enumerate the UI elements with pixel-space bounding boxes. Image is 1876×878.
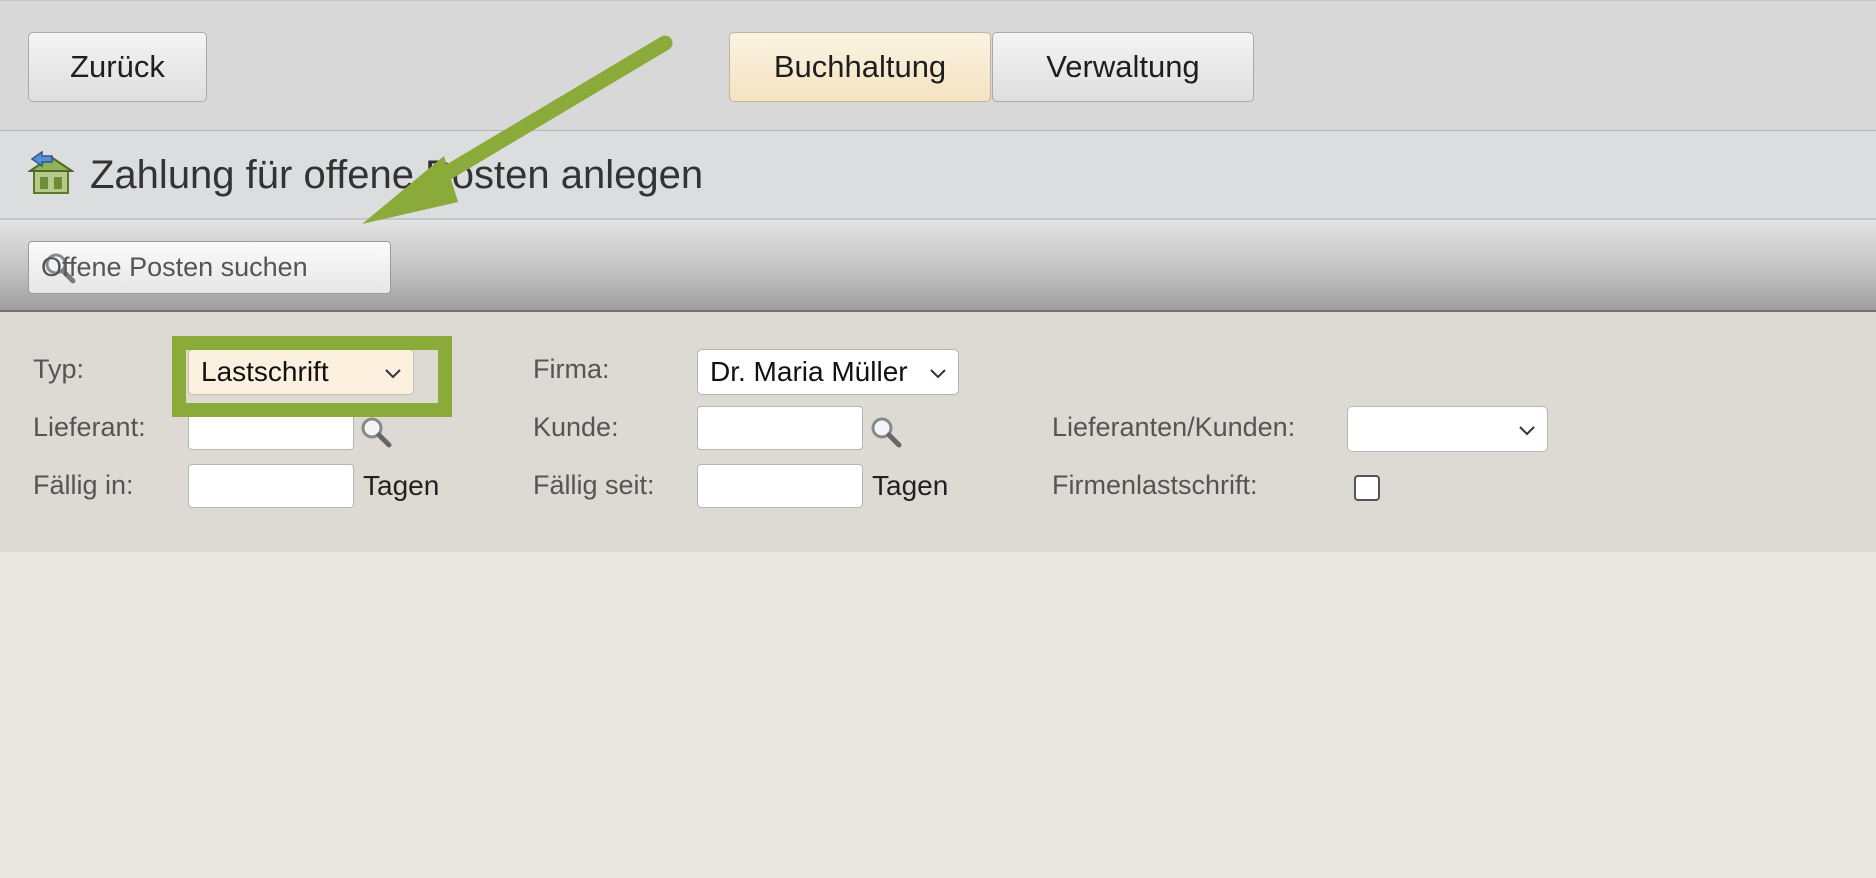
faellig-seit-label: Fällig seit: [533, 470, 655, 500]
faellig-seit-unit: Tagen [872, 470, 949, 501]
lieferanten-kunden-select[interactable] [1347, 406, 1548, 452]
tab-verwaltung[interactable]: Verwaltung [992, 32, 1254, 102]
typ-select-value: Lastschrift [201, 356, 329, 387]
typ-label: Typ: [33, 354, 85, 384]
lieferant-search-icon[interactable] [359, 415, 393, 449]
back-button[interactable]: Zurück [28, 32, 207, 102]
faellig-in-label: Fällig in: [33, 470, 134, 500]
lieferanten-kunden-label: Lieferanten/Kunden: [1052, 412, 1296, 442]
lieferant-input[interactable] [188, 406, 354, 450]
kunde-label: Kunde: [533, 412, 619, 442]
search-open-items-button[interactable]: Offene Posten suchen [28, 241, 391, 294]
chevron-down-icon [1519, 426, 1535, 436]
filter-form-panel: Typ: Lastschrift Firma: Dr. Maria Müller… [0, 312, 1876, 552]
top-navigation-bar: Zurück Buchhaltung Verwaltung [0, 0, 1876, 131]
firmenlastschrift-checkbox[interactable] [1354, 475, 1380, 501]
lieferant-label: Lieferant: [33, 412, 146, 442]
faellig-in-input[interactable] [188, 464, 354, 508]
chevron-down-icon [385, 369, 401, 379]
firma-select-value: Dr. Maria Müller [710, 356, 908, 387]
firma-label: Firma: [533, 354, 610, 384]
tab-buchhaltung[interactable]: Buchhaltung [729, 32, 991, 102]
payment-open-items-icon [28, 150, 74, 194]
firma-select[interactable]: Dr. Maria Müller [697, 349, 959, 395]
search-open-items-label: Offene Posten suchen [41, 252, 308, 282]
page-title-bar: Zahlung für offene Posten anlegen [0, 131, 1876, 220]
typ-select[interactable]: Lastschrift [188, 349, 414, 395]
firmenlastschrift-label: Firmenlastschrift: [1052, 470, 1258, 500]
faellig-in-unit: Tagen [363, 470, 440, 501]
kunde-input[interactable] [697, 406, 863, 450]
toolbar: Offene Posten suchen [0, 220, 1876, 312]
chevron-down-icon [930, 369, 946, 379]
page-title: Zahlung für offene Posten anlegen [90, 153, 704, 197]
kunde-search-icon[interactable] [869, 415, 903, 449]
faellig-seit-input[interactable] [697, 464, 863, 508]
